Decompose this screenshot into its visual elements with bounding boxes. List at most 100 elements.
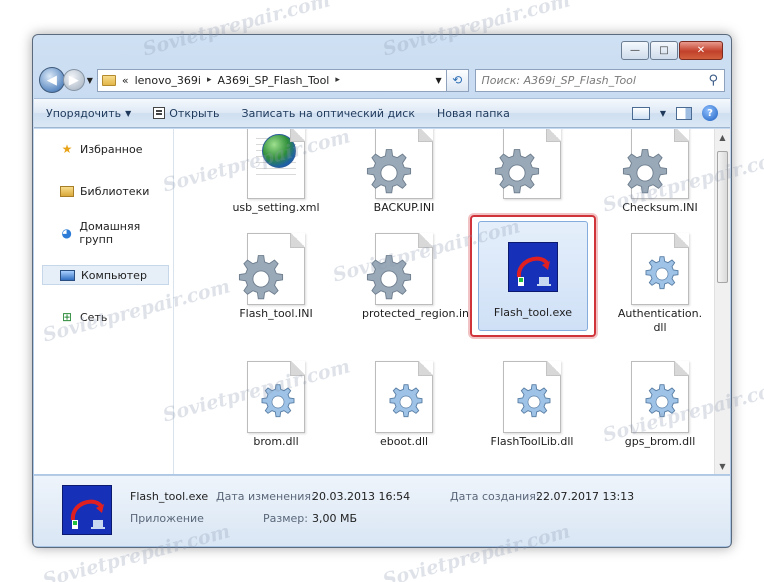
change-view-icon[interactable]	[631, 106, 650, 120]
open-button[interactable]: Открыть	[153, 106, 220, 120]
dll-file-icon	[247, 361, 305, 433]
file-name: Flash_tool.exe	[493, 306, 573, 319]
help-icon[interactable]: ?	[702, 105, 718, 121]
exe-file-icon	[508, 242, 558, 292]
navigation-pane: ★ Избранное Библиотеки ◕ Домашняя групп …	[34, 129, 174, 474]
breadcrumb-a369i_sp_flash_tool[interactable]: A369i_SP_Flash_Tool	[217, 74, 329, 87]
details-file-type: Приложение	[130, 512, 204, 525]
dll-file-icon	[503, 361, 561, 433]
file-item[interactable]: Checksum.INI	[600, 129, 720, 215]
details-size-value: 3,00 МБ	[312, 512, 358, 525]
sidebar-item-libraries[interactable]: Библиотеки	[34, 181, 173, 201]
selected-file-highlight: Flash_tool.exe	[470, 215, 596, 337]
ini-file-icon	[494, 129, 561, 199]
ini-file-icon	[622, 129, 689, 199]
libraries-icon	[60, 185, 74, 197]
details-file-name: Flash_tool.exe	[130, 490, 209, 503]
breadcrumb-separator-icon[interactable]: ▸	[207, 75, 212, 85]
explorer-window: — □ ✕ ◀ ▶ ▼ « lenovo_369i ▸ A369i_SP_Fla…	[32, 34, 732, 548]
breadcrumb-overflow[interactable]: «	[122, 74, 129, 87]
sidebar-item-homegroup[interactable]: ◕ Домашняя групп	[34, 220, 173, 246]
dll-file-icon	[375, 361, 433, 433]
command-bar: Упорядочить ▼ Открыть Записать на оптиче…	[34, 98, 730, 128]
minimize-button[interactable]: —	[621, 41, 649, 60]
details-modified-value: 20.03.2013 16:54	[312, 490, 411, 503]
xml-file-icon	[247, 129, 305, 199]
search-placeholder: Поиск: A369i_SP_Flash_Tool	[481, 73, 636, 87]
organize-button[interactable]: Упорядочить ▼	[46, 107, 131, 120]
burn-button[interactable]: Записать на оптический диск	[242, 107, 415, 120]
homegroup-icon: ◕	[61, 226, 72, 240]
file-item[interactable]: Flash_tool.INI	[216, 233, 336, 321]
view-options-dropdown-icon[interactable]: ▼	[660, 109, 666, 118]
network-icon: ⊞	[61, 310, 73, 324]
sidebar-item-favorites[interactable]: ★ Избранное	[34, 139, 173, 159]
file-item[interactable]: BACKUP.INI	[344, 129, 464, 215]
close-button[interactable]: ✕	[679, 41, 723, 60]
open-label: Открыть	[169, 106, 220, 120]
maximize-button[interactable]: □	[650, 41, 678, 60]
details-size-label: Размер:	[263, 512, 308, 525]
breadcrumb-lenovo_369i[interactable]: lenovo_369i	[135, 74, 201, 87]
navigation-row: ◀ ▶ ▼ « lenovo_369i ▸ A369i_SP_Flash_Too…	[39, 65, 725, 95]
vertical-scrollbar[interactable]: ▲ ▼	[714, 129, 730, 474]
sidebar-item-network[interactable]: ⊞ Сеть	[34, 307, 173, 327]
sidebar-item-label: Сеть	[80, 310, 108, 324]
address-dropdown-icon[interactable]: ▼	[436, 76, 442, 85]
file-name: BACKUP.INI	[373, 201, 435, 214]
ini-file-icon	[238, 233, 305, 305]
file-name: Flash_tool.INI	[239, 307, 313, 320]
ini-file-icon	[366, 233, 433, 305]
file-name: FlashToolLib.dll	[490, 435, 574, 448]
recent-pages-dropdown-icon[interactable]: ▼	[87, 76, 93, 85]
new-folder-button[interactable]: Новая папка	[437, 107, 510, 120]
organize-label: Упорядочить	[46, 106, 122, 120]
file-item[interactable]: protected_region.ini	[344, 233, 473, 321]
details-modified-label: Дата изменения:	[216, 490, 315, 503]
sidebar-item-computer[interactable]: Компьютер	[42, 265, 169, 285]
open-icon	[153, 107, 166, 119]
chevron-down-icon: ▼	[125, 108, 132, 118]
address-bar[interactable]: « lenovo_369i ▸ A369i_SP_Flash_Tool ▸ ▼	[96, 68, 447, 92]
sidebar-item-label: Библиотеки	[80, 184, 150, 198]
back-button[interactable]: ◀	[39, 67, 65, 93]
scroll-thumb[interactable]	[717, 151, 728, 283]
preview-pane-icon[interactable]	[676, 106, 692, 120]
file-name: usb_setting.xml	[232, 201, 320, 214]
caption-buttons: — □ ✕	[621, 41, 723, 60]
file-item[interactable]: brom.dll	[216, 361, 336, 449]
breadcrumb-separator-icon[interactable]: ▸	[335, 75, 340, 85]
view-controls: ▼ ?	[631, 105, 718, 121]
file-name: Authentication.dll	[617, 307, 703, 334]
dll-file-icon	[631, 361, 689, 433]
folder-icon	[101, 74, 116, 86]
refresh-button[interactable]: ⟲	[446, 68, 469, 92]
sidebar-item-label: Избранное	[80, 142, 143, 156]
content-area: ★ Избранное Библиотеки ◕ Домашняя групп …	[34, 129, 730, 474]
file-name: gps_brom.dll	[624, 435, 696, 448]
details-pane: Flash_tool.exe Приложение Дата изменения…	[34, 475, 730, 546]
file-name: protected_region.ini	[362, 307, 473, 320]
file-item-selected[interactable]: Flash_tool.exe	[478, 221, 588, 331]
ini-file-icon	[366, 129, 433, 199]
sidebar-item-label: Компьютер	[81, 268, 147, 282]
dll-file-icon	[631, 233, 689, 305]
file-item[interactable]: usb_setting.xml	[216, 129, 336, 215]
burn-label: Записать на оптический диск	[241, 106, 415, 120]
forward-button[interactable]: ▶	[62, 69, 85, 91]
file-item[interactable]: Authentication.dll	[600, 233, 720, 335]
file-item[interactable]	[472, 129, 592, 201]
new-folder-label: Новая папка	[436, 106, 510, 120]
file-item[interactable]: gps_brom.dll	[600, 361, 720, 449]
scroll-up-icon[interactable]: ▲	[715, 129, 730, 145]
search-icon[interactable]: ⚲	[708, 73, 718, 88]
file-item[interactable]: eboot.dll	[344, 361, 464, 449]
scroll-down-icon[interactable]: ▼	[715, 458, 730, 474]
file-name: eboot.dll	[379, 435, 429, 448]
computer-icon	[60, 269, 75, 281]
file-name: brom.dll	[253, 435, 299, 448]
search-input[interactable]: Поиск: A369i_SP_Flash_Tool ⚲	[474, 68, 725, 92]
details-created-label: Дата создания:	[450, 490, 540, 503]
file-name: Checksum.INI	[622, 201, 698, 214]
file-item[interactable]: FlashToolLib.dll	[472, 361, 592, 449]
